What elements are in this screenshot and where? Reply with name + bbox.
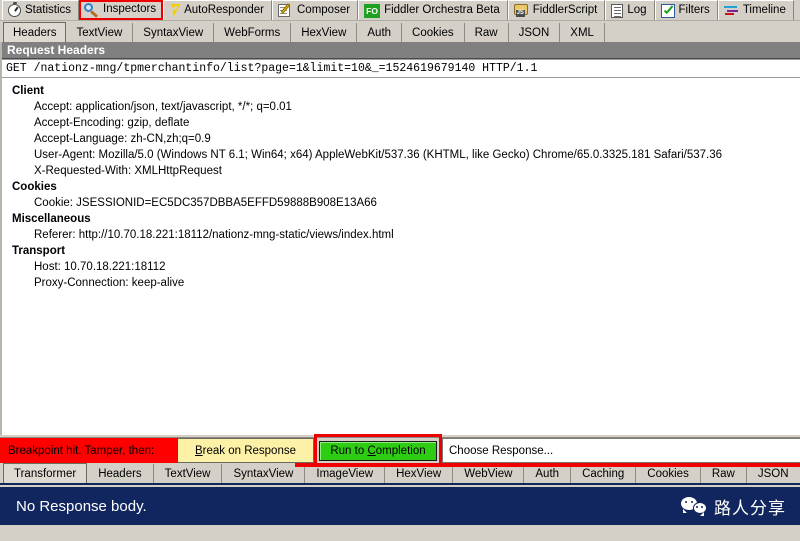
response-tab-transformer[interactable]: Transformer bbox=[3, 463, 88, 483]
response-tab-label: HexView bbox=[396, 467, 442, 480]
response-tab-label: Caching bbox=[582, 467, 625, 480]
main-tab-label: Log bbox=[627, 3, 647, 16]
main-tab-label: Timeline bbox=[742, 3, 786, 16]
header-item[interactable]: Cookie: JSESSIONID=EC5DC357DBBA5EFFD5988… bbox=[12, 195, 800, 211]
main-tab-fiddlerscript[interactable]: JS FiddlerScript bbox=[507, 0, 606, 20]
request-tab-strip-filler bbox=[604, 23, 800, 42]
header-item[interactable]: User-Agent: Mozilla/5.0 (Windows NT 6.1;… bbox=[12, 147, 800, 163]
header-item[interactable]: X-Requested-With: XMLHttpRequest bbox=[12, 163, 800, 179]
header-item[interactable]: Proxy-Connection: keep-alive bbox=[12, 275, 800, 291]
main-tab-label: FiddlerScript bbox=[532, 3, 598, 16]
fo-badge-icon: FO bbox=[364, 3, 381, 18]
main-tab-fiddler-orchestra[interactable]: FO Fiddler Orchestra Beta bbox=[358, 0, 508, 20]
response-tab-syntaxview[interactable]: SyntaxView bbox=[222, 464, 306, 483]
response-tab-label: ImageView bbox=[316, 467, 374, 480]
magnifier-icon bbox=[84, 3, 99, 18]
main-tab-label: Composer bbox=[297, 3, 351, 16]
main-tab-inspectors[interactable]: Inspectors bbox=[79, 0, 164, 20]
request-tab-syntaxview[interactable]: SyntaxView bbox=[133, 23, 215, 42]
break-on-response-label: Break on Response bbox=[194, 444, 296, 457]
run-to-completion-label: Run to Completion bbox=[330, 444, 426, 457]
request-tab-headers[interactable]: Headers bbox=[3, 22, 67, 42]
watermark-text: 路人分享 bbox=[714, 498, 786, 519]
request-tab-label: TextView bbox=[76, 26, 123, 39]
response-tab-label: WebView bbox=[464, 467, 513, 480]
response-tab-label: JSON bbox=[757, 467, 789, 480]
response-tab-headers[interactable]: Headers bbox=[87, 464, 154, 483]
main-tab-label: Inspectors bbox=[103, 3, 157, 16]
main-tab-composer[interactable]: Composer bbox=[272, 0, 359, 20]
response-body-panel: No Response body. 路人分享 bbox=[0, 487, 800, 525]
main-tab-autoresponder[interactable]: AutoResponder bbox=[163, 0, 272, 20]
watermark-brand: 路人分享 bbox=[681, 494, 786, 519]
main-tab-filters[interactable]: Filters bbox=[654, 0, 718, 20]
request-tab-hexview[interactable]: HexView bbox=[291, 23, 358, 42]
header-group-transport: Transport bbox=[12, 245, 66, 257]
breakpoint-highlight-underline bbox=[295, 463, 800, 467]
document-icon bbox=[611, 3, 624, 18]
main-tab-label: Filters bbox=[678, 3, 710, 16]
main-tab-strip: Statistics Inspectors AutoResponder Comp… bbox=[0, 0, 800, 21]
request-tab-raw[interactable]: Raw bbox=[464, 23, 509, 42]
run-to-completion-container: Run to Completion bbox=[314, 434, 442, 468]
request-tab-label: Cookies bbox=[412, 26, 454, 39]
response-tab-label: Transformer bbox=[14, 467, 77, 480]
run-to-completion-button[interactable]: Run to Completion bbox=[319, 440, 437, 461]
fiddler-window: Statistics Inspectors AutoResponder Comp… bbox=[0, 0, 800, 541]
request-line-field[interactable]: GET /nationz-mng/tpmerchantinfo/list?pag… bbox=[2, 59, 800, 78]
timeline-bars-icon bbox=[723, 4, 739, 17]
header-item[interactable]: Accept-Language: zh-CN,zh;q=0.9 bbox=[12, 131, 800, 147]
response-tab-label: Raw bbox=[711, 467, 735, 480]
request-tab-label: XML bbox=[570, 26, 594, 39]
breakpoint-message: Breakpoint hit. Tamper, then: bbox=[0, 438, 178, 463]
request-tab-strip: Headers TextView SyntaxView WebForms Hex… bbox=[0, 21, 800, 42]
window-bottom-filler bbox=[0, 525, 800, 541]
request-tab-auth[interactable]: Auth bbox=[357, 23, 403, 42]
request-tab-json[interactable]: JSON bbox=[508, 23, 561, 42]
checkbox-checked-icon bbox=[660, 3, 675, 18]
request-tab-label: JSON bbox=[518, 26, 550, 39]
header-group-client: Client bbox=[12, 85, 44, 97]
request-tab-textview[interactable]: TextView bbox=[66, 23, 134, 42]
response-tab-label: Headers bbox=[98, 467, 142, 480]
main-tab-statistics[interactable]: Statistics bbox=[2, 0, 80, 20]
request-tab-label: Auth bbox=[367, 26, 392, 39]
request-headers-title: Request Headers bbox=[2, 42, 800, 59]
break-on-response-button[interactable]: Break on Response bbox=[178, 438, 314, 463]
request-tab-label: Headers bbox=[13, 26, 57, 39]
header-item[interactable]: Referer: http://10.70.18.221:18112/natio… bbox=[12, 227, 800, 243]
choose-response-input[interactable]: Choose Response... bbox=[442, 438, 800, 463]
request-headers-list: Client Accept: application/json, text/ja… bbox=[2, 78, 800, 291]
header-group-cookies: Cookies bbox=[12, 181, 57, 193]
main-tab-log[interactable]: Log bbox=[605, 0, 655, 20]
header-item[interactable]: Host: 10.70.18.221:18112 bbox=[12, 259, 800, 275]
request-tab-label: WebForms bbox=[224, 26, 281, 39]
response-tab-label: SyntaxView bbox=[233, 467, 294, 480]
wechat-icon bbox=[681, 497, 707, 516]
request-tab-cookies[interactable]: Cookies bbox=[402, 23, 465, 42]
main-tab-label: AutoResponder bbox=[184, 3, 264, 16]
response-tab-textview[interactable]: TextView bbox=[153, 464, 223, 483]
breakpoint-bar: Breakpoint hit. Tamper, then: Break on R… bbox=[0, 434, 800, 468]
main-tab-label: Fiddler Orchestra Beta bbox=[384, 3, 500, 16]
header-item[interactable]: Accept-Encoding: gzip, deflate bbox=[12, 115, 800, 131]
response-tab-label: Cookies bbox=[647, 467, 689, 480]
main-tab-timeline[interactable]: Timeline bbox=[717, 0, 794, 20]
request-tab-label: SyntaxView bbox=[143, 26, 204, 39]
request-tab-label: Raw bbox=[474, 26, 498, 39]
request-tab-xml[interactable]: XML bbox=[560, 23, 605, 42]
request-headers-panel: Request Headers GET /nationz-mng/tpmerch… bbox=[0, 42, 800, 435]
request-tab-label: HexView bbox=[301, 26, 347, 39]
response-tab-label: Auth bbox=[535, 467, 560, 480]
notepad-pencil-icon bbox=[278, 3, 293, 17]
header-group-miscellaneous: Miscellaneous bbox=[12, 213, 91, 225]
response-tab-label: TextView bbox=[164, 467, 211, 480]
lightning-bolt-icon bbox=[168, 3, 181, 18]
stopwatch-icon bbox=[8, 2, 21, 17]
main-tab-label: Statistics bbox=[25, 3, 72, 16]
no-response-body-message: No Response body. bbox=[16, 497, 147, 515]
script-scroll-icon: JS bbox=[513, 3, 529, 18]
request-tab-webforms[interactable]: WebForms bbox=[214, 23, 292, 42]
header-item[interactable]: Accept: application/json, text/javascrip… bbox=[12, 99, 800, 115]
